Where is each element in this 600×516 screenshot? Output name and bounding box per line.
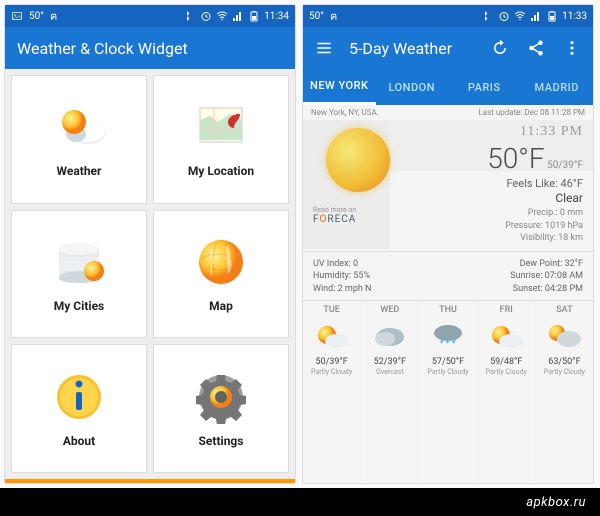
app-bar: 5-Day Weather	[303, 27, 593, 69]
gear-icon	[194, 370, 248, 424]
suncloud-icon	[545, 321, 583, 351]
cat-icon: ฅ	[330, 7, 337, 25]
tile-my-location[interactable]: My Location	[153, 75, 289, 204]
forecast-row: TUE50/39°FPartly Cloudy WED52/39°FOverca…	[303, 300, 593, 483]
image-icon	[11, 10, 23, 22]
tile-label: My Location	[188, 164, 254, 178]
status-bar: 50° ฅ 11:34	[5, 5, 295, 27]
precip: Precip.: 0 mm	[403, 207, 583, 220]
tile-label: Weather	[57, 164, 102, 178]
cities-icon	[52, 235, 106, 289]
refresh-icon[interactable]	[491, 39, 509, 57]
tile-label: Settings	[199, 434, 244, 448]
signal-icon	[530, 10, 542, 22]
tile-label: About	[63, 434, 95, 448]
sunny-icon	[313, 321, 351, 351]
rain-icon	[429, 321, 467, 351]
signal-icon	[232, 10, 244, 22]
forecast-day[interactable]: FRI59/48°FPartly Cloudy	[478, 301, 536, 483]
info-icon	[52, 370, 106, 424]
alarm-icon	[498, 10, 510, 22]
dew-point: Dew Point: 32°F	[448, 258, 583, 271]
forecast-day[interactable]: THU57/50°FPartly Cloudy	[419, 301, 477, 483]
tile-label: Map	[209, 299, 233, 313]
status-temp: 50°	[29, 11, 44, 22]
forecast-day[interactable]: TUE50/39°FPartly Cloudy	[303, 301, 361, 483]
location-icon	[194, 100, 248, 154]
tile-settings[interactable]: Settings	[153, 344, 289, 473]
share-icon[interactable]	[527, 39, 545, 57]
bluetooth-icon	[482, 10, 494, 22]
condition: Clear	[403, 191, 583, 205]
sunset: Sunset: 04:28 PM	[448, 283, 583, 296]
tab-london[interactable]: LONDON	[376, 69, 449, 105]
weather-content: New York, NY, USA. Last update: Dec 08 1…	[303, 105, 593, 483]
bluetooth-icon	[184, 10, 196, 22]
city-tabs: NEW YORK LONDON PARIS MADRID	[303, 69, 593, 105]
tile-my-cities[interactable]: My Cities	[11, 210, 147, 339]
globe-icon	[194, 235, 248, 289]
tab-new-york[interactable]: NEW YORK	[303, 69, 376, 105]
cat-icon: ฅ	[50, 7, 57, 25]
divider	[303, 251, 593, 252]
battery-icon	[248, 10, 260, 22]
sunrise: Sunrise: 07:08 AM	[448, 270, 583, 283]
tile-weather[interactable]: Weather	[11, 75, 147, 204]
footer-watermark: apkbox.ru	[0, 488, 600, 516]
more-icon[interactable]	[563, 39, 581, 57]
tile-about[interactable]: About	[11, 344, 147, 473]
main-grid: Weather My Location My Cities Map About …	[5, 69, 295, 479]
screen-main-menu: 50° ฅ 11:34 Weather & Clock Widget Weath…	[4, 4, 296, 484]
weather-icon	[52, 100, 106, 154]
app-bar: Weather & Clock Widget	[5, 27, 295, 69]
app-title: Weather & Clock Widget	[17, 39, 283, 58]
menu-icon[interactable]	[315, 39, 333, 57]
pressure: Pressure: 1019 hPa	[403, 220, 583, 233]
current-temp: 50°F	[487, 142, 544, 175]
wind: Wind: 2 mph N	[313, 283, 448, 296]
wifi-icon	[514, 10, 526, 22]
tile-label: My Cities	[54, 299, 104, 313]
uv-index: UV Index: 0	[313, 258, 448, 271]
tab-paris[interactable]: PARIS	[448, 69, 521, 105]
last-update-text: Last update: Dec 08 11:28 PM	[478, 108, 585, 117]
app-title: 5-Day Weather	[349, 39, 473, 58]
hi-lo-temp: 50/39°F	[547, 160, 583, 171]
feels-like: Feels Like: 46°F	[403, 177, 583, 190]
alarm-icon	[200, 10, 212, 22]
sun-icon	[326, 128, 390, 192]
cloudy-icon	[371, 321, 409, 351]
foreca-link[interactable]: Read more onFORECA	[313, 206, 356, 225]
screen-5day-weather: 50° ฅ 11:33 5-Day Weather NEW YORK LONDO…	[302, 4, 594, 484]
status-bar: 50° ฅ 11:33	[303, 5, 593, 27]
sunny-icon	[487, 321, 525, 351]
humidity: Humidity: 55%	[313, 270, 448, 283]
tab-madrid[interactable]: MADRID	[521, 69, 594, 105]
forecast-day[interactable]: WED52/39°FOvercast	[361, 301, 419, 483]
clock-text: 11:33 PM	[403, 124, 583, 140]
status-time: 11:33	[562, 11, 587, 22]
location-text: New York, NY, USA.	[311, 108, 379, 117]
forecast-day[interactable]: SAT63/50°FPartly Cloudy	[536, 301, 593, 483]
tile-map[interactable]: Map	[153, 210, 289, 339]
status-time: 11:34	[264, 11, 289, 22]
accent-bar	[5, 479, 295, 483]
battery-icon	[546, 10, 558, 22]
visibility: Visibility: 18 km	[403, 232, 583, 245]
wifi-icon	[216, 10, 228, 22]
status-temp: 50°	[309, 11, 324, 22]
